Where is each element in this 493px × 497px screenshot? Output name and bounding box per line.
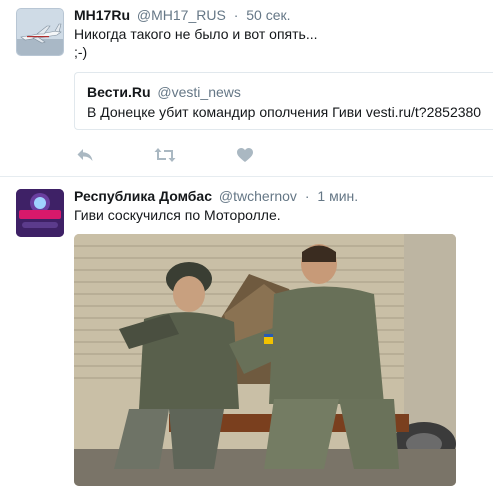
timeline: MH17Ru @MH17_RUS · 50 сек. Никогда таког… (0, 0, 493, 497)
tweet-text: Никогда такого не было и вот опять... ;-… (74, 25, 318, 61)
quoted-tweet-text: В Донецке убит командир ополчения Гиви v… (87, 104, 482, 120)
timestamp[interactable]: 1 мин. (317, 188, 358, 204)
tweet-actions (74, 145, 314, 165)
tweet-photo[interactable] (74, 234, 456, 486)
separator: · (233, 7, 239, 23)
quoted-tweet[interactable]: Вести.Ru @vesti_news В Донецке убит кома… (74, 72, 493, 130)
quoted-author-handle: @vesti_news (157, 84, 241, 100)
quoted-tweet-header: Вести.Ru @vesti_news (87, 83, 241, 101)
author-name[interactable]: Республика Домбас (74, 188, 212, 204)
reply-button[interactable] (74, 145, 96, 165)
author-handle[interactable]: @twchernov (219, 188, 297, 204)
tweet-text-line: Никогда такого не было и вот опять... (74, 26, 318, 42)
like-icon (237, 148, 253, 162)
crowdsourcing-logo-avatar-icon (16, 189, 64, 237)
tweet-header: Республика Домбас @twchernov · 1 мин. (74, 187, 358, 205)
avatar[interactable] (16, 8, 64, 56)
author-name[interactable]: MH17Ru (74, 7, 130, 23)
tweet-header: MH17Ru @MH17_RUS · 50 сек. (74, 6, 291, 24)
tweet-text-line: Гиви соскучился по Моторолле. (74, 207, 281, 223)
reply-icon (77, 149, 93, 161)
like-button[interactable] (234, 145, 256, 165)
airplane-avatar-icon (17, 9, 63, 55)
tweet-text: Гиви соскучился по Моторолле. (74, 206, 281, 224)
retweet-icon (154, 148, 176, 162)
photo-two-soldiers (74, 234, 456, 486)
timestamp[interactable]: 50 сек. (246, 7, 290, 23)
retweet-button[interactable] (154, 145, 176, 165)
tweet[interactable]: MH17Ru @MH17_RUS · 50 сек. Никогда таког… (0, 0, 493, 177)
tweet[interactable]: Республика Домбас @twchernov · 1 мин. Ги… (0, 177, 493, 497)
avatar[interactable] (16, 189, 64, 237)
tweet-text-line: ;-) (74, 44, 88, 60)
separator: · (304, 188, 310, 204)
quoted-author-name: Вести.Ru (87, 84, 151, 100)
author-handle[interactable]: @MH17_RUS (137, 7, 226, 23)
